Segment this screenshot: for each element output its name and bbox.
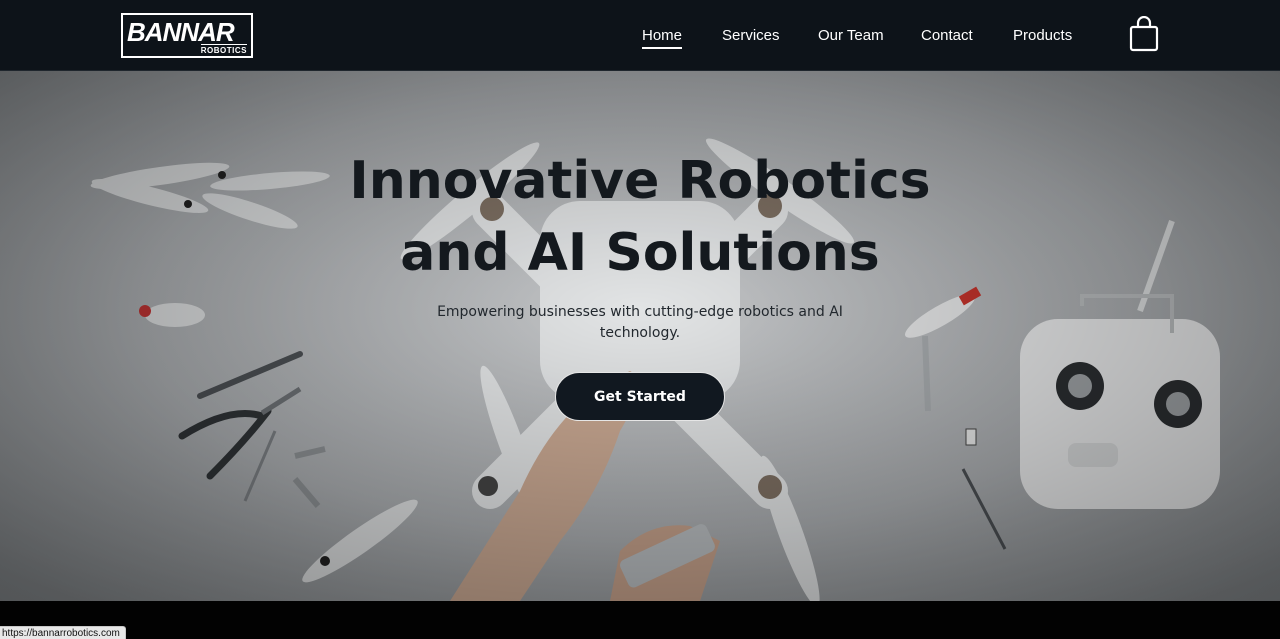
page-bottom-strip (0, 601, 1280, 639)
hero-subtitle: Empowering businesses with cutting-edge … (437, 304, 843, 341)
navbar: BANNAR ROBOTICS Home Services Our Team C… (0, 0, 1280, 71)
status-bar-url: https://bannarrobotics.com (0, 626, 126, 639)
logo-wordmark: BANNAR (127, 17, 235, 47)
nav-services[interactable]: Services (722, 26, 780, 46)
hero-title: Innovative Robotics and AI Solutions (290, 145, 990, 289)
shopping-bag-icon[interactable] (1129, 15, 1159, 52)
logo-subtitle: ROBOTICS (200, 44, 247, 55)
hero-section: Innovative Robotics and AI Solutions Emp… (0, 71, 1280, 601)
get-started-button[interactable]: Get Started (555, 372, 725, 421)
hero-title-line-1: Innovative Robotics (349, 151, 931, 211)
nav-contact[interactable]: Contact (921, 26, 973, 46)
nav-home[interactable]: Home (642, 26, 683, 49)
brand-logo[interactable]: BANNAR ROBOTICS (121, 13, 253, 58)
nav-products[interactable]: Products (1013, 26, 1072, 46)
hero-title-line-2: and AI Solutions (400, 223, 880, 283)
nav-our-team[interactable]: Our Team (818, 26, 884, 46)
